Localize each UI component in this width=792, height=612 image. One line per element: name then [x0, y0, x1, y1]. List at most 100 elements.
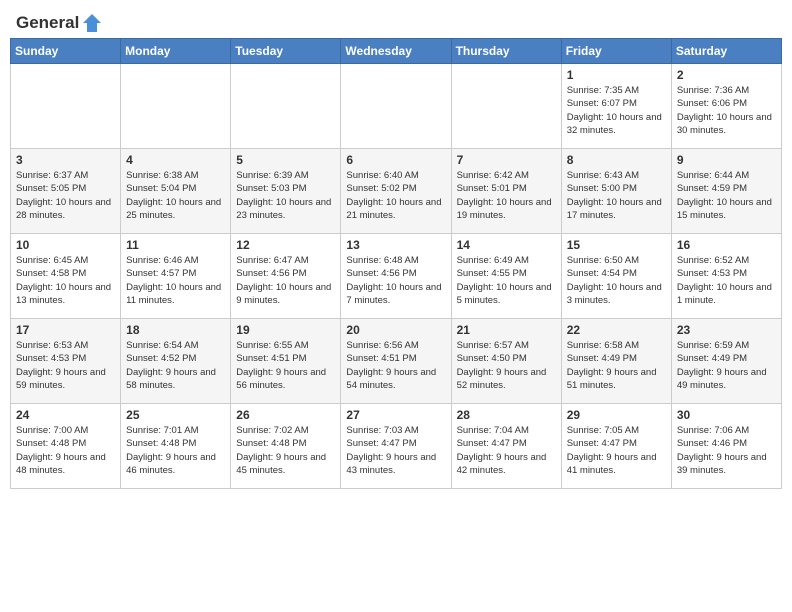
day-number: 19 — [236, 323, 335, 337]
day-info: Sunrise: 6:47 AM Sunset: 4:56 PM Dayligh… — [236, 254, 335, 307]
calendar-cell: 16 Sunrise: 6:52 AM Sunset: 4:53 PM Dayli… — [671, 234, 781, 319]
calendar-cell: 6Sunrise: 6:40 AM Sunset: 5:02 PM Daylig… — [341, 149, 451, 234]
day-info: Sunrise: 6:56 AM Sunset: 4:51 PM Dayligh… — [346, 339, 445, 392]
day-number: 15 — [567, 238, 666, 252]
calendar-body: 1 Sunrise: 7:35 AM Sunset: 6:07 PM Daylig… — [11, 64, 782, 489]
logo-general: General — [16, 13, 79, 33]
day-info: Sunrise: 6:49 AM Sunset: 4:55 PM Dayligh… — [457, 254, 556, 307]
calendar-cell: 27 Sunrise: 7:03 AM Sunset: 4:47 PM Dayli… — [341, 404, 451, 489]
calendar-cell: 10 Sunrise: 6:45 AM Sunset: 4:58 PM Dayli… — [11, 234, 121, 319]
day-number: 27 — [346, 408, 445, 422]
day-info: Sunrise: 6:40 AM Sunset: 5:02 PM Dayligh… — [346, 169, 445, 222]
day-info: Sunrise: 6:59 AM Sunset: 4:49 PM Dayligh… — [677, 339, 776, 392]
day-info: Sunrise: 6:37 AM Sunset: 5:05 PM Dayligh… — [16, 169, 115, 222]
day-info: Sunrise: 7:01 AM Sunset: 4:48 PM Dayligh… — [126, 424, 225, 477]
day-info: Sunrise: 6:42 AM Sunset: 5:01 PM Dayligh… — [457, 169, 556, 222]
calendar-cell: 17 Sunrise: 6:53 AM Sunset: 4:53 PM Dayli… — [11, 319, 121, 404]
logo: General — [16, 12, 103, 34]
day-info: Sunrise: 7:05 AM Sunset: 4:47 PM Dayligh… — [567, 424, 666, 477]
calendar-cell: 8 Sunrise: 6:43 AM Sunset: 5:00 PM Daylig… — [561, 149, 671, 234]
weekday-header: Sunday — [11, 39, 121, 64]
day-number: 28 — [457, 408, 556, 422]
day-number: 1 — [567, 68, 666, 82]
calendar-cell: 23 Sunrise: 6:59 AM Sunset: 4:49 PM Dayli… — [671, 319, 781, 404]
day-number: 30 — [677, 408, 776, 422]
day-number: 29 — [567, 408, 666, 422]
weekday-header: Monday — [121, 39, 231, 64]
calendar-cell: 11Sunrise: 6:46 AM Sunset: 4:57 PM Dayli… — [121, 234, 231, 319]
calendar-cell: 12 Sunrise: 6:47 AM Sunset: 4:56 PM Dayli… — [231, 234, 341, 319]
calendar-cell: 28 Sunrise: 7:04 AM Sunset: 4:47 PM Dayli… — [451, 404, 561, 489]
day-info: Sunrise: 6:50 AM Sunset: 4:54 PM Dayligh… — [567, 254, 666, 307]
day-number: 24 — [16, 408, 115, 422]
day-number: 8 — [567, 153, 666, 167]
day-number: 23 — [677, 323, 776, 337]
day-info: Sunrise: 7:02 AM Sunset: 4:48 PM Dayligh… — [236, 424, 335, 477]
calendar-cell: 25 Sunrise: 7:01 AM Sunset: 4:48 PM Dayli… — [121, 404, 231, 489]
calendar-cell — [341, 64, 451, 149]
day-info: Sunrise: 7:36 AM Sunset: 6:06 PM Dayligh… — [677, 84, 776, 137]
calendar-week-row: 3Sunrise: 6:37 AM Sunset: 5:05 PM Daylig… — [11, 149, 782, 234]
calendar-cell: 5Sunrise: 6:39 AM Sunset: 5:03 PM Daylig… — [231, 149, 341, 234]
calendar-cell: 9 Sunrise: 6:44 AM Sunset: 4:59 PM Daylig… — [671, 149, 781, 234]
day-number: 21 — [457, 323, 556, 337]
calendar-cell: 14 Sunrise: 6:49 AM Sunset: 4:55 PM Dayli… — [451, 234, 561, 319]
calendar-wrapper: SundayMondayTuesdayWednesdayThursdayFrid… — [0, 38, 792, 499]
calendar-cell: 26 Sunrise: 7:02 AM Sunset: 4:48 PM Dayli… — [231, 404, 341, 489]
day-number: 18 — [126, 323, 225, 337]
calendar-cell: 4Sunrise: 6:38 AM Sunset: 5:04 PM Daylig… — [121, 149, 231, 234]
calendar-week-row: 17 Sunrise: 6:53 AM Sunset: 4:53 PM Dayli… — [11, 319, 782, 404]
day-number: 10 — [16, 238, 115, 252]
day-info: Sunrise: 6:43 AM Sunset: 5:00 PM Dayligh… — [567, 169, 666, 222]
day-info: Sunrise: 7:04 AM Sunset: 4:47 PM Dayligh… — [457, 424, 556, 477]
day-number: 25 — [126, 408, 225, 422]
day-info: Sunrise: 7:00 AM Sunset: 4:48 PM Dayligh… — [16, 424, 115, 477]
calendar-cell: 1 Sunrise: 7:35 AM Sunset: 6:07 PM Daylig… — [561, 64, 671, 149]
calendar-cell: 22Sunrise: 6:58 AM Sunset: 4:49 PM Dayli… — [561, 319, 671, 404]
logo-icon — [81, 12, 103, 34]
day-number: 13 — [346, 238, 445, 252]
calendar-cell: 24 Sunrise: 7:00 AM Sunset: 4:48 PM Dayli… — [11, 404, 121, 489]
weekday-header: Thursday — [451, 39, 561, 64]
day-info: Sunrise: 6:58 AM Sunset: 4:49 PM Dayligh… — [567, 339, 666, 392]
day-number: 26 — [236, 408, 335, 422]
day-info: Sunrise: 7:35 AM Sunset: 6:07 PM Dayligh… — [567, 84, 666, 137]
day-number: 12 — [236, 238, 335, 252]
day-info: Sunrise: 6:55 AM Sunset: 4:51 PM Dayligh… — [236, 339, 335, 392]
day-number: 17 — [16, 323, 115, 337]
day-info: Sunrise: 6:45 AM Sunset: 4:58 PM Dayligh… — [16, 254, 115, 307]
calendar-cell: 7 Sunrise: 6:42 AM Sunset: 5:01 PM Daylig… — [451, 149, 561, 234]
day-info: Sunrise: 6:52 AM Sunset: 4:53 PM Dayligh… — [677, 254, 776, 307]
day-number: 4 — [126, 153, 225, 167]
weekday-header: Tuesday — [231, 39, 341, 64]
calendar-cell — [11, 64, 121, 149]
day-number: 16 — [677, 238, 776, 252]
day-number: 9 — [677, 153, 776, 167]
weekday-header: Saturday — [671, 39, 781, 64]
day-number: 14 — [457, 238, 556, 252]
page-header: General — [0, 0, 792, 38]
day-number: 2 — [677, 68, 776, 82]
day-info: Sunrise: 6:48 AM Sunset: 4:56 PM Dayligh… — [346, 254, 445, 307]
day-info: Sunrise: 6:46 AM Sunset: 4:57 PM Dayligh… — [126, 254, 225, 307]
calendar-cell: 18 Sunrise: 6:54 AM Sunset: 4:52 PM Dayli… — [121, 319, 231, 404]
day-info: Sunrise: 6:54 AM Sunset: 4:52 PM Dayligh… — [126, 339, 225, 392]
calendar-cell: 21Sunrise: 6:57 AM Sunset: 4:50 PM Dayli… — [451, 319, 561, 404]
calendar-cell: 19 Sunrise: 6:55 AM Sunset: 4:51 PM Dayli… — [231, 319, 341, 404]
calendar-cell: 13 Sunrise: 6:48 AM Sunset: 4:56 PM Dayli… — [341, 234, 451, 319]
day-info: Sunrise: 6:53 AM Sunset: 4:53 PM Dayligh… — [16, 339, 115, 392]
calendar-cell: 29 Sunrise: 7:05 AM Sunset: 4:47 PM Dayli… — [561, 404, 671, 489]
day-info: Sunrise: 7:03 AM Sunset: 4:47 PM Dayligh… — [346, 424, 445, 477]
calendar-cell: 20Sunrise: 6:56 AM Sunset: 4:51 PM Dayli… — [341, 319, 451, 404]
day-number: 7 — [457, 153, 556, 167]
day-info: Sunrise: 7:06 AM Sunset: 4:46 PM Dayligh… — [677, 424, 776, 477]
calendar-table: SundayMondayTuesdayWednesdayThursdayFrid… — [10, 38, 782, 489]
calendar-week-row: 1 Sunrise: 7:35 AM Sunset: 6:07 PM Daylig… — [11, 64, 782, 149]
calendar-cell — [451, 64, 561, 149]
weekday-header: Wednesday — [341, 39, 451, 64]
weekday-header: Friday — [561, 39, 671, 64]
day-info: Sunrise: 6:44 AM Sunset: 4:59 PM Dayligh… — [677, 169, 776, 222]
calendar-week-row: 10 Sunrise: 6:45 AM Sunset: 4:58 PM Dayli… — [11, 234, 782, 319]
calendar-cell: 2 Sunrise: 7:36 AM Sunset: 6:06 PM Daylig… — [671, 64, 781, 149]
calendar-header: SundayMondayTuesdayWednesdayThursdayFrid… — [11, 39, 782, 64]
